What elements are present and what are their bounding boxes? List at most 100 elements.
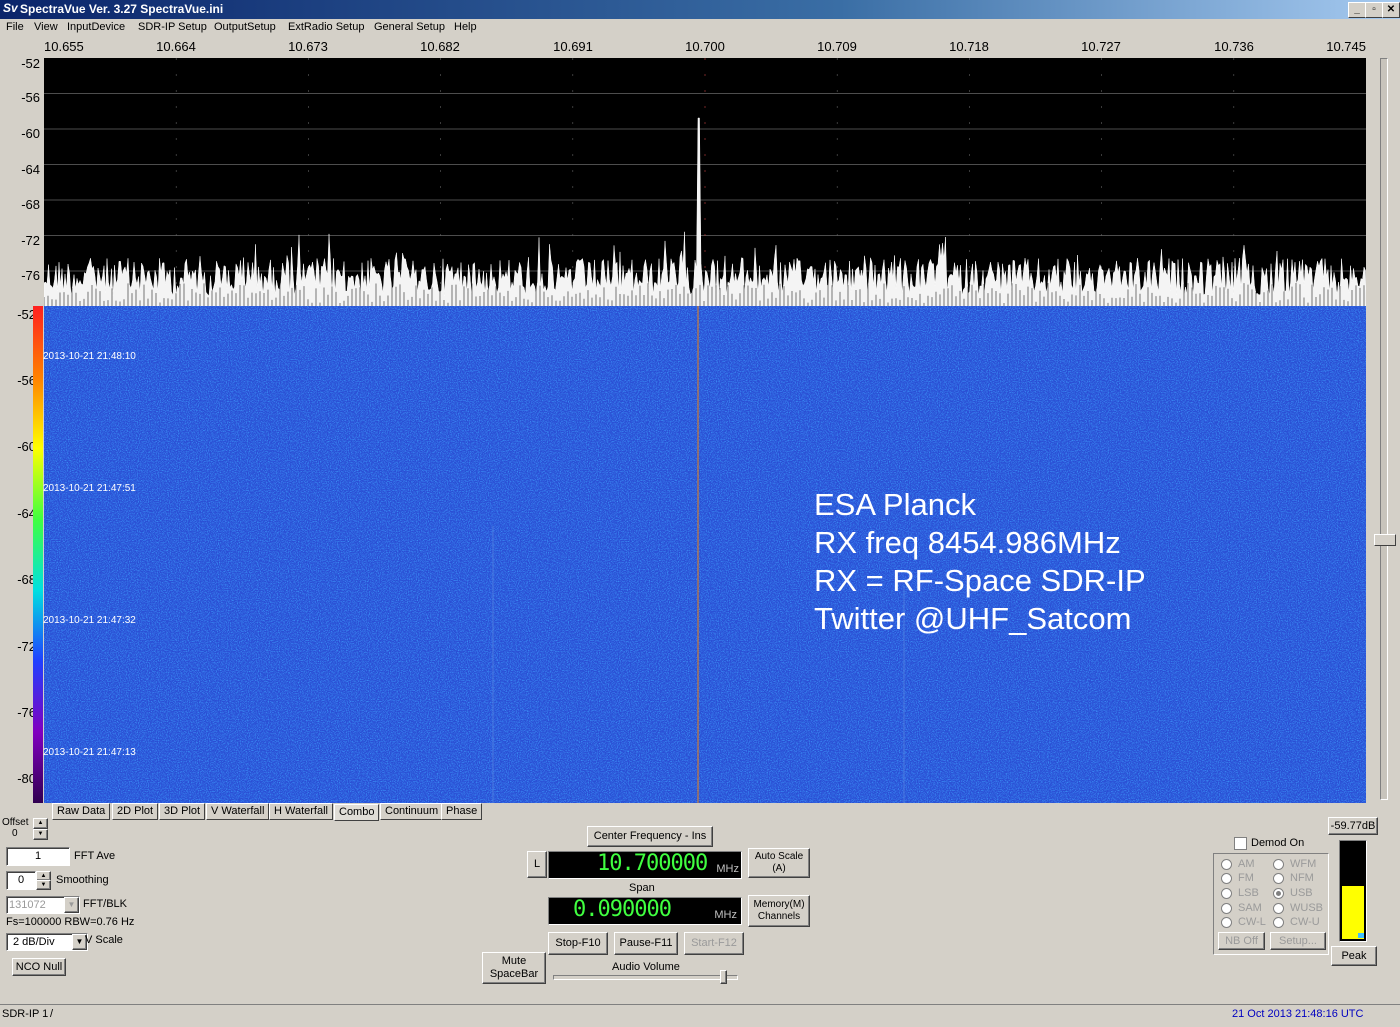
- nco-null-button[interactable]: NCO Null: [12, 958, 66, 976]
- menu-outputsetup[interactable]: OutputSetup: [214, 21, 276, 33]
- mode-wusb-label: WUSB: [1290, 902, 1323, 914]
- nb-off-button[interactable]: NB Off: [1218, 932, 1265, 950]
- radio-nfm[interactable]: [1273, 873, 1284, 884]
- status-separator: /: [50, 1008, 54, 1020]
- freq-tick: 10.718: [949, 39, 989, 54]
- fft-blk-value: 131072: [9, 899, 46, 911]
- spectrum-y-label: -68: [21, 197, 40, 212]
- signal-meter-fill: [1342, 886, 1364, 939]
- menu-extradio-setup[interactable]: ExtRadio Setup: [288, 21, 364, 33]
- waterfall-timestamp: 2013-10-21 21:47:51: [43, 483, 136, 494]
- maximize-button[interactable]: ▫: [1365, 2, 1383, 18]
- setup-button[interactable]: Setup...: [1270, 932, 1326, 950]
- tab-raw-data[interactable]: Raw Data: [52, 803, 111, 820]
- offset-down-button[interactable]: ▼: [33, 829, 48, 840]
- menu-help[interactable]: Help: [454, 21, 477, 33]
- offset-up-button[interactable]: ▲: [33, 818, 48, 829]
- tab-2d-plot[interactable]: 2D Plot: [112, 803, 159, 820]
- annotation-text: ESA Planck RX freq 8454.986MHz RX = RF-S…: [814, 486, 1146, 638]
- menu-view[interactable]: View: [34, 21, 58, 33]
- menu-general-setup[interactable]: General Setup: [374, 21, 445, 33]
- waterfall-display[interactable]: [44, 306, 1366, 803]
- radio-cw-l[interactable]: [1221, 917, 1232, 928]
- status-device: SDR-IP 1: [2, 1008, 49, 1020]
- arrow-up-icon: ▲: [40, 873, 47, 879]
- waterfall-y-label: -80: [17, 771, 36, 786]
- span-label: Span: [629, 882, 655, 894]
- tab-continuum[interactable]: Continuum: [380, 803, 444, 820]
- waterfall-y-label: -64: [17, 506, 36, 521]
- mode-wfm-label: WFM: [1290, 858, 1317, 870]
- stop-button[interactable]: Stop-F10: [548, 932, 608, 955]
- signal-meter: [1339, 840, 1367, 942]
- vscale-value: 2 dB/Div: [13, 936, 55, 948]
- freq-tick: 10.655: [44, 39, 84, 54]
- auto-scale-button[interactable]: Auto Scale (A): [748, 848, 810, 878]
- vertical-slider-thumb[interactable]: [1374, 534, 1396, 546]
- mode-sam-label: SAM: [1238, 902, 1262, 914]
- memory-channels-button[interactable]: Memory(M) Channels: [748, 895, 810, 927]
- center-frequency-button[interactable]: Center Frequency - Ins: [587, 826, 713, 847]
- close-button[interactable]: ✕: [1382, 2, 1400, 18]
- waterfall-timestamp: 2013-10-21 21:47:13: [43, 747, 136, 758]
- vertical-slider-track[interactable]: [1380, 58, 1388, 800]
- menu-inputdevice[interactable]: InputDevice: [67, 21, 125, 33]
- tab-v-waterfall[interactable]: V Waterfall: [206, 803, 270, 820]
- vscale-select[interactable]: 2 dB/Div ▼: [6, 933, 88, 951]
- radio-wfm[interactable]: [1273, 859, 1284, 870]
- menu-file[interactable]: File: [6, 21, 24, 33]
- smoothing-down-button[interactable]: ▼: [36, 880, 51, 890]
- tab-combo[interactable]: Combo: [334, 804, 380, 821]
- annotation-line: ESA Planck: [814, 487, 976, 522]
- demod-on-label: Demod On: [1251, 837, 1305, 849]
- spectrum-y-label: -52: [21, 56, 40, 71]
- spectrum-y-label: -60: [21, 126, 40, 141]
- fft-blk-select[interactable]: 131072 ▼: [6, 896, 80, 914]
- mode-nfm-label: NFM: [1290, 872, 1314, 884]
- radio-am[interactable]: [1221, 859, 1232, 870]
- menu-sdr-ip-setup[interactable]: SDR-IP Setup: [138, 21, 207, 33]
- vscale-label: V Scale: [85, 934, 123, 946]
- fs-rbw-info: Fs=100000 RBW=0.76 Hz: [6, 916, 135, 928]
- waterfall-noise: [44, 306, 1366, 803]
- freq-tick: 10.664: [156, 39, 196, 54]
- mode-fm-label: FM: [1238, 872, 1254, 884]
- fft-ave-label: FFT Ave: [74, 850, 116, 862]
- spectrum-y-label: -76: [21, 268, 40, 283]
- spectrum-plot[interactable]: [43, 58, 1367, 307]
- start-button[interactable]: Start-F12: [684, 932, 744, 955]
- span-display[interactable]: 0.090000 MHz: [548, 897, 742, 925]
- radio-wusb[interactable]: [1273, 903, 1284, 914]
- span-unit: MHz: [714, 909, 737, 921]
- l-button[interactable]: L: [527, 851, 547, 878]
- smoothing-input[interactable]: 0: [6, 871, 36, 890]
- tab-h-waterfall[interactable]: H Waterfall: [269, 803, 333, 820]
- tab-phase[interactable]: Phase: [441, 803, 483, 820]
- spectrum-y-label: -64: [21, 162, 40, 177]
- audio-volume-label: Audio Volume: [612, 961, 680, 973]
- spectrum-trace: [43, 58, 1367, 307]
- mute-button[interactable]: Mute SpaceBar: [482, 952, 546, 984]
- app-logo-icon: Sv: [3, 1, 18, 15]
- radio-fm[interactable]: [1221, 873, 1232, 884]
- title-bar: Sv SpectraVue Ver. 3.27 SpectraVue.ini _…: [0, 0, 1400, 19]
- smoothing-label: Smoothing: [56, 874, 109, 886]
- minimize-button[interactable]: _: [1348, 2, 1366, 18]
- center-frequency-display[interactable]: 10.700000 MHz: [548, 851, 742, 879]
- signal-meter-marker: [1358, 933, 1364, 938]
- fft-ave-input[interactable]: 1: [6, 847, 70, 866]
- annotation-line: Twitter @UHF_Satcom: [814, 601, 1132, 636]
- center-frequency-value: 10.700000: [597, 851, 708, 876]
- radio-usb[interactable]: [1273, 888, 1284, 899]
- radio-lsb[interactable]: [1221, 888, 1232, 899]
- waterfall-timestamp: 2013-10-21 21:47:32: [43, 615, 136, 626]
- radio-cw-u[interactable]: [1273, 917, 1284, 928]
- radio-sam[interactable]: [1221, 903, 1232, 914]
- pause-button[interactable]: Pause-F11: [614, 932, 678, 955]
- peak-button[interactable]: Peak: [1331, 946, 1377, 966]
- tab-3d-plot[interactable]: 3D Plot: [159, 803, 206, 820]
- audio-volume-track[interactable]: [553, 975, 738, 980]
- audio-volume-thumb[interactable]: [720, 970, 727, 984]
- demod-on-checkbox[interactable]: [1234, 837, 1247, 850]
- spectrum-y-label: -56: [21, 90, 40, 105]
